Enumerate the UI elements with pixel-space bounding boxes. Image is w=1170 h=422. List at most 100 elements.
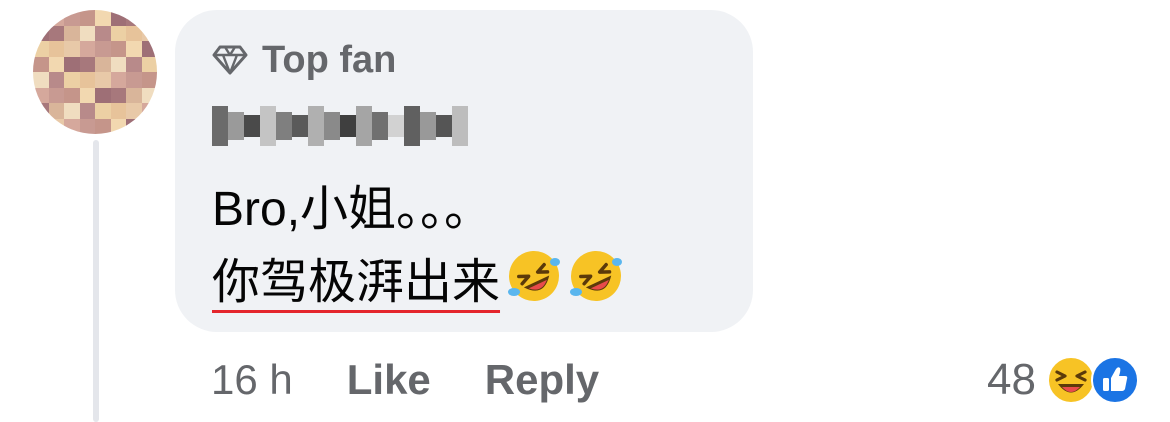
avatar-pixel (33, 41, 49, 57)
avatar-pixel (95, 25, 111, 41)
avatar-pixel (64, 10, 80, 26)
name-pixel (260, 106, 276, 146)
avatar-pixel (33, 103, 49, 119)
diamond-icon (212, 45, 248, 75)
name-pixel (436, 115, 452, 137)
like-button[interactable]: Like (347, 352, 431, 408)
avatar-pixel (95, 87, 111, 103)
reaction-summary[interactable]: 48 (987, 352, 1140, 408)
avatar-pixel (48, 41, 64, 57)
avatar-pixel (126, 10, 142, 26)
avatar-pixel (126, 25, 142, 41)
avatar-pixel (64, 25, 80, 41)
rolling-laughing-emoji-icon (570, 251, 623, 301)
avatar-pixel (110, 25, 126, 41)
avatar-pixel (48, 25, 64, 41)
top-fan-badge[interactable]: Top fan (212, 38, 396, 82)
avatar-pixel (79, 87, 95, 103)
avatar-pixel (48, 87, 64, 103)
name-pixel (420, 112, 436, 140)
name-pixel (308, 106, 324, 146)
avatar-pixel (110, 72, 126, 88)
avatar-pixel (141, 56, 157, 72)
comment-actions: 16 h Like Reply (211, 352, 599, 408)
avatar-pixel (64, 56, 80, 72)
name-pixel (228, 112, 244, 140)
avatar-pixel (126, 118, 142, 134)
avatar-pixel (33, 25, 49, 41)
avatar-pixel (126, 72, 142, 88)
comment-text-line-1: Bro,小姐。。。 (212, 183, 493, 236)
avatar-pixel (110, 103, 126, 119)
avatar-pixel (79, 56, 95, 72)
commenter-avatar[interactable] (33, 10, 157, 134)
avatar-pixel (141, 25, 157, 41)
avatar-pixel (95, 118, 111, 134)
avatar-pixel (126, 87, 142, 103)
comment-timestamp[interactable]: 16 h (211, 352, 293, 408)
thumbs-up-reaction-icon (1091, 356, 1139, 404)
avatar-pixel (64, 72, 80, 88)
name-pixel (356, 106, 372, 146)
avatar-pixel (48, 118, 64, 134)
avatar-pixel (110, 41, 126, 57)
name-pixel (452, 106, 468, 146)
badge-label: Top fan (262, 39, 397, 81)
avatar-pixel (48, 72, 64, 88)
avatar-pixel (64, 103, 80, 119)
name-pixel (276, 112, 292, 140)
avatar-pixel (33, 56, 49, 72)
avatar-pixel (110, 118, 126, 134)
commenter-name-redacted[interactable] (212, 106, 468, 146)
name-pixel (244, 115, 260, 137)
name-pixel (388, 115, 404, 137)
avatar-pixel (141, 103, 157, 119)
name-pixel (404, 106, 420, 146)
avatar-pixel (48, 56, 64, 72)
avatar-pixel (126, 56, 142, 72)
reply-thread-line (93, 140, 99, 422)
comment-bubble: Top fan Bro,小姐。。。 你驾极湃出来 (175, 10, 753, 332)
avatar-pixel (141, 87, 157, 103)
name-pixel (324, 112, 340, 140)
avatar-pixel (79, 41, 95, 57)
avatar-pixel (79, 72, 95, 88)
avatar-pixel (95, 103, 111, 119)
name-pixel (372, 112, 388, 140)
avatar-pixel (141, 41, 157, 57)
avatar-pixel (110, 87, 126, 103)
avatar-pixel (141, 10, 157, 26)
avatar-pixel (79, 103, 95, 119)
name-pixel (340, 115, 356, 137)
avatar-pixel (79, 25, 95, 41)
avatar-pixel (64, 87, 80, 103)
avatar-pixel (141, 118, 157, 134)
avatar-pixel (110, 10, 126, 26)
avatar-pixel (79, 10, 95, 26)
avatar-pixel (126, 103, 142, 119)
haha-reaction-icon (1047, 356, 1095, 404)
rolling-laughing-emoji-icon (508, 251, 561, 301)
avatar-pixel (95, 10, 111, 26)
name-pixel (212, 106, 228, 146)
avatar-pixel (110, 56, 126, 72)
avatar-pixel (48, 10, 64, 26)
avatar-pixel (126, 41, 142, 57)
avatar-pixel (64, 41, 80, 57)
avatar-pixel (95, 72, 111, 88)
comment-text-line-2: 你驾极湃出来 (212, 248, 624, 313)
avatar-pixel (95, 41, 111, 57)
misspelled-text: 你驾极湃出来 (212, 256, 501, 309)
avatar-pixel (141, 72, 157, 88)
avatar-pixel (33, 72, 49, 88)
avatar-pixel (95, 56, 111, 72)
reply-button[interactable]: Reply (485, 352, 599, 408)
avatar-pixel (33, 10, 49, 26)
name-pixel (292, 115, 308, 137)
avatar-pixel (64, 118, 80, 134)
avatar-pixel (33, 118, 49, 134)
avatar-pixel (48, 103, 64, 119)
avatar-pixel (33, 87, 49, 103)
avatar-pixel (79, 118, 95, 134)
reaction-count: 48 (987, 355, 1036, 404)
